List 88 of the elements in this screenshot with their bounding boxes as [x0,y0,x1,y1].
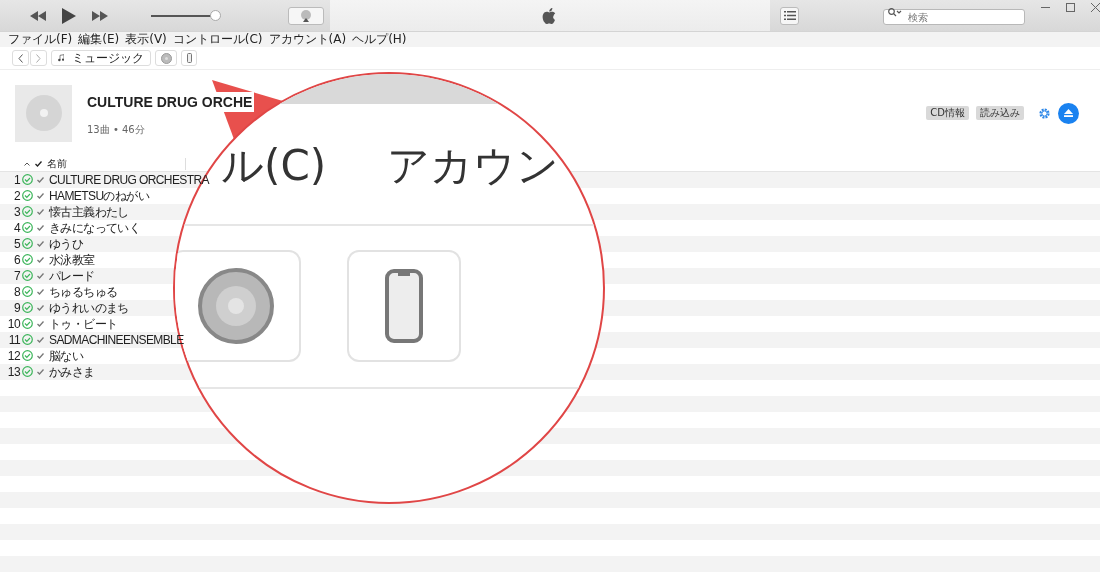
track-title: ちゅるちゅる [49,284,118,301]
track-number: 6 [12,252,20,269]
eject-button[interactable] [1058,102,1079,124]
phone-icon [186,53,192,63]
list-view-button[interactable] [780,6,799,25]
phone-icon [384,268,424,344]
check-icon [37,288,44,295]
album-summary: 13曲 • 46分 [87,122,146,137]
track-number: 1 [12,172,20,189]
disc-icon [23,93,64,133]
maximize-icon[interactable] [1066,3,1075,12]
track-number: 7 [12,268,20,285]
track-title: トゥ・ビート [49,316,118,333]
album-title: CULTURE DRUG ORCHE [87,91,255,112]
track-checkbox[interactable] [37,192,44,200]
check-icon [37,368,44,375]
check-icon [37,352,44,359]
check-icon [37,336,44,343]
cd-info-button[interactable]: CD情報 [926,106,969,120]
close-icon[interactable] [1091,3,1100,12]
check-icon [37,240,44,247]
track-title: 懐古主義わたし [49,204,129,221]
track-title: HAMETSUのねがい [49,188,150,205]
import-button[interactable]: 読み込み [976,106,1024,120]
track-number: 4 [12,220,20,237]
track-checkbox[interactable] [37,288,44,296]
track-number: 3 [12,204,20,221]
list-icon [783,11,796,20]
track-number: 2 [12,188,20,205]
track-checkbox[interactable] [37,224,44,232]
track-checkbox[interactable] [37,240,44,248]
track-title: ゆうれいのまち [49,300,129,317]
track-number: 11 [7,332,20,349]
track-checkbox[interactable] [37,208,44,216]
menu-item[interactable]: コントロール(C) [172,32,263,47]
track-title: 脳ない [49,348,84,365]
check-icon[interactable] [35,160,42,167]
track-title: 水泳教室 [49,252,95,269]
disc-icon [196,266,276,346]
check-icon [37,304,44,311]
track-title: パレード [49,268,95,285]
search-icon [888,7,902,17]
track-title: きみになっていく [49,220,141,237]
menu-item[interactable]: 表示(V) [125,32,167,47]
track-checkbox[interactable] [37,368,44,376]
menu-item[interactable]: アカウント(A) [268,32,347,47]
check-icon [37,176,44,183]
cd-button[interactable] [155,50,177,66]
back-button[interactable] [12,50,29,66]
music-note-icon [58,53,64,63]
track-title: ゆうひ [49,236,84,253]
check-icon [37,320,44,327]
check-icon [37,192,44,199]
settings-icon[interactable] [1038,106,1051,120]
check-icon [37,224,44,231]
menu-item[interactable]: ヘルプ(H) [352,32,407,47]
track-number: 8 [12,284,20,301]
airplay-icon [300,9,312,22]
track-checkbox[interactable] [37,256,44,264]
track-checkbox[interactable] [37,272,44,280]
track-title: かみさま [49,364,95,381]
fast-forward-icon[interactable] [92,10,108,21]
play-icon[interactable] [62,7,76,24]
track-number: 9 [12,300,20,317]
track-checkbox[interactable] [37,336,44,344]
eject-icon [1064,109,1073,117]
chevron-right-icon [36,53,41,63]
menu-item[interactable]: ファイル(F) [8,32,73,47]
track-checkbox[interactable] [37,320,44,328]
track-checkbox[interactable] [37,304,44,312]
check-icon [37,208,44,215]
sort-caret-icon[interactable] [24,161,30,166]
check-icon [37,256,44,263]
chevron-left-icon [18,53,23,63]
track-checkbox[interactable] [37,176,44,184]
track-number: 12 [6,348,20,365]
column-header[interactable]: 名前 [47,156,67,171]
track-number: 13 [6,364,20,381]
track-checkbox[interactable] [37,352,44,360]
check-icon [37,272,44,279]
device-button[interactable] [181,50,197,66]
rewind-icon[interactable] [30,10,46,21]
track-number: 10 [6,316,20,333]
track-number: 5 [12,236,20,253]
library-selector[interactable]: ミュージック [51,50,151,66]
search-field[interactable]: 検索 [883,9,1025,25]
disc-icon [160,52,172,64]
menu-item[interactable]: 編集(E) [78,32,120,47]
